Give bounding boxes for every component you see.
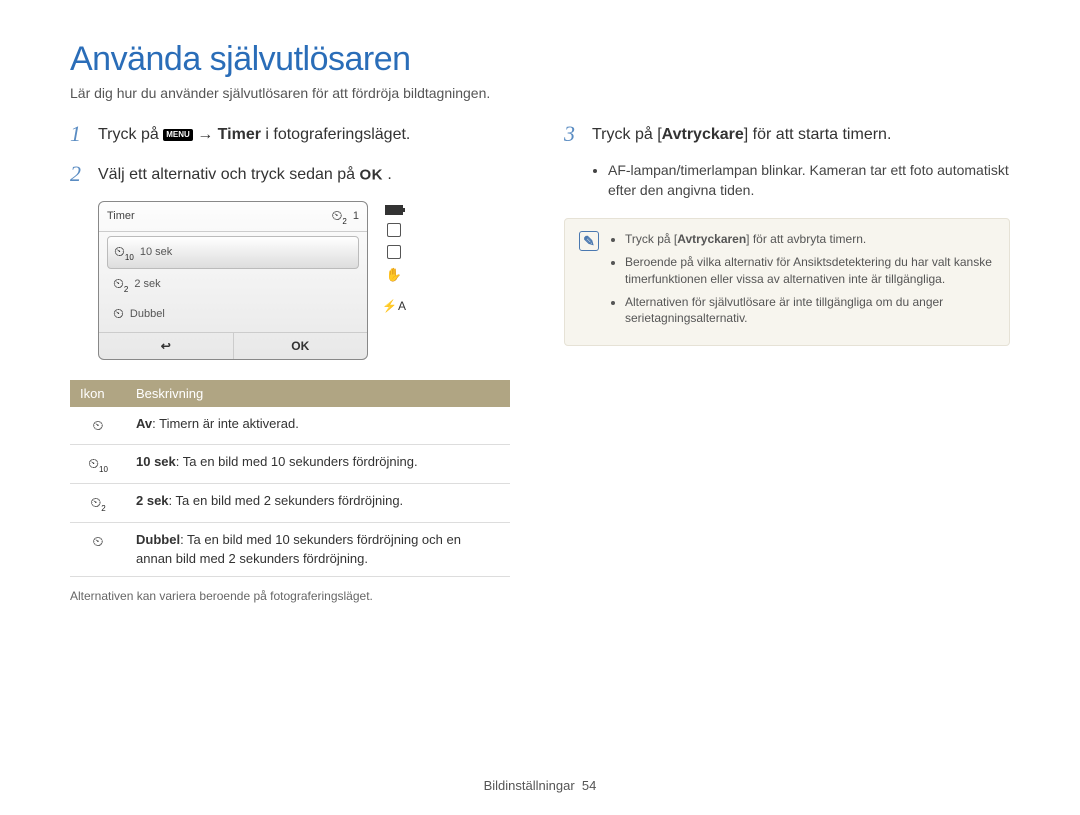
step1-bold: Timer: [218, 126, 261, 143]
th-icon: Ikon: [70, 380, 126, 407]
footnote: Alternativen kan variera beroende på fot…: [70, 589, 516, 603]
screen-list: ⏲10 10 sek ⏲2 2 sek ⏲ Dubbel: [99, 232, 367, 333]
timer-2-icon: ⏲2: [90, 494, 105, 510]
step1-arrow: →: [193, 126, 218, 143]
step-number: 2: [70, 161, 88, 187]
screen-footer: ↩ OK: [99, 332, 367, 359]
period: .: [383, 166, 392, 183]
item-label: Dubbel: [130, 308, 165, 320]
table-row: ⏲ Av: Timern är inte aktiverad.: [70, 407, 510, 445]
screen-side-icons: ✋ ⚡A: [376, 201, 412, 313]
menu-icon: MENU: [163, 129, 193, 141]
list-item: AF-lampan/timerlampan blinkar. Kameran t…: [608, 161, 1010, 200]
step-3: 3 Tryck på [Avtryckare] för att starta t…: [564, 121, 1010, 147]
step2-text: Välj ett alternativ och tryck sedan på: [98, 166, 359, 183]
back-button[interactable]: ↩: [99, 333, 234, 359]
step3-bold: Avtryckare: [662, 126, 744, 143]
mode-icon-2: [387, 245, 401, 259]
row-desc: : Timern är inte aktiverad.: [152, 416, 299, 431]
icon-description-table: Ikon Beskrivning ⏲ Av: Timern är inte ak…: [70, 380, 510, 576]
camera-screen-illustration: Timer ⏲2 1 ⏲10 10 sek ⏲2 2 sek: [98, 201, 516, 360]
footer-page: 54: [582, 778, 596, 793]
row-desc: : Ta en bild med 10 sekunders fördröjnin…: [136, 532, 461, 565]
n1-post: ] för att avbryta timern.: [746, 232, 866, 246]
table-row: ⏲ Dubbel: Ta en bild med 10 sekunders fö…: [70, 523, 510, 576]
battery-icon: [385, 205, 403, 215]
note-icon: ✎: [579, 231, 599, 251]
timer-icon: ⏲2: [113, 275, 128, 294]
screen-header: Timer ⏲2 1: [99, 202, 367, 232]
note-box: ✎ Tryck på [Avtryckaren] för att avbryta…: [564, 218, 1010, 346]
screen-item-10sek[interactable]: ⏲10 10 sek: [107, 236, 359, 269]
screen-title: Timer: [107, 210, 135, 222]
page-title: Använda självutlösaren: [70, 40, 1010, 79]
n1-pre: Tryck på [: [625, 232, 677, 246]
row-desc: : Ta en bild med 2 sekunders fördröjning…: [169, 493, 404, 508]
page-footer: Bildinställningar 54: [0, 778, 1080, 793]
flash-auto-icon: ⚡A: [382, 299, 406, 313]
hand-icon: ✋: [386, 267, 402, 283]
screen-item-2sek[interactable]: ⏲2 2 sek: [107, 269, 359, 300]
timer-icon: ⏲2: [332, 207, 347, 226]
step1-pre: Tryck på: [98, 126, 163, 143]
note-item: Beroende på vilka alternativ för Ansikts…: [625, 254, 995, 288]
timer-off-icon: ⏲: [93, 417, 104, 433]
ok-icon: OK: [359, 166, 383, 183]
table-row: ⏲10 10 sek: Ta en bild med 10 sekunders …: [70, 445, 510, 484]
n1-bold: Avtryckaren: [677, 232, 746, 246]
step-1: 1 Tryck på MENU → Timer i fotograferings…: [70, 121, 516, 147]
row-bold: Dubbel: [136, 532, 180, 547]
step-number: 1: [70, 121, 88, 147]
item-label: 10 sek: [140, 246, 172, 258]
th-desc: Beskrivning: [126, 380, 510, 407]
timer-icon: ⏲10: [114, 243, 134, 262]
step-text: Tryck på MENU → Timer i fotograferingslä…: [98, 121, 410, 146]
step-2: 2 Välj ett alternativ och tryck sedan på…: [70, 161, 516, 187]
screen-item-dubbel[interactable]: ⏲ Dubbel: [107, 299, 359, 328]
item-label: 2 sek: [134, 278, 160, 290]
row-bold: 10 sek: [136, 454, 176, 469]
timer-double-icon: ⏲: [93, 533, 104, 549]
camera-screen: Timer ⏲2 1 ⏲10 10 sek ⏲2 2 sek: [98, 201, 368, 360]
mode-icon-1: [387, 223, 401, 237]
note-item: Tryck på [Avtryckaren] för att avbryta t…: [625, 231, 995, 248]
footer-section: Bildinställningar: [484, 778, 575, 793]
shot-count: 1: [353, 210, 359, 222]
row-desc: : Ta en bild med 10 sekunders fördröjnin…: [176, 454, 418, 469]
timer-icon: ⏲: [113, 305, 124, 322]
step3-bullets: AF-lampan/timerlampan blinkar. Kameran t…: [592, 161, 1010, 200]
page-subtitle: Lär dig hur du använder självutlösaren f…: [70, 85, 1010, 101]
step3-post: ] för att starta timern.: [744, 126, 892, 143]
note-item: Alternativen för självutlösare är inte t…: [625, 294, 995, 328]
step1-post: i fotograferingsläget.: [261, 126, 410, 143]
timer-10-icon: ⏲10: [88, 455, 108, 471]
left-column: 1 Tryck på MENU → Timer i fotograferings…: [70, 121, 516, 603]
step-number: 3: [564, 121, 582, 147]
row-bold: 2 sek: [136, 493, 169, 508]
ok-button[interactable]: OK: [234, 333, 368, 359]
table-row: ⏲2 2 sek: Ta en bild med 2 sekunders för…: [70, 484, 510, 523]
row-bold: Av: [136, 416, 152, 431]
step3-pre: Tryck på [: [592, 126, 662, 143]
step-text: Tryck på [Avtryckare] för att starta tim…: [592, 121, 891, 146]
step-text: Välj ett alternativ och tryck sedan på O…: [98, 161, 392, 186]
right-column: 3 Tryck på [Avtryckare] för att starta t…: [564, 121, 1010, 603]
